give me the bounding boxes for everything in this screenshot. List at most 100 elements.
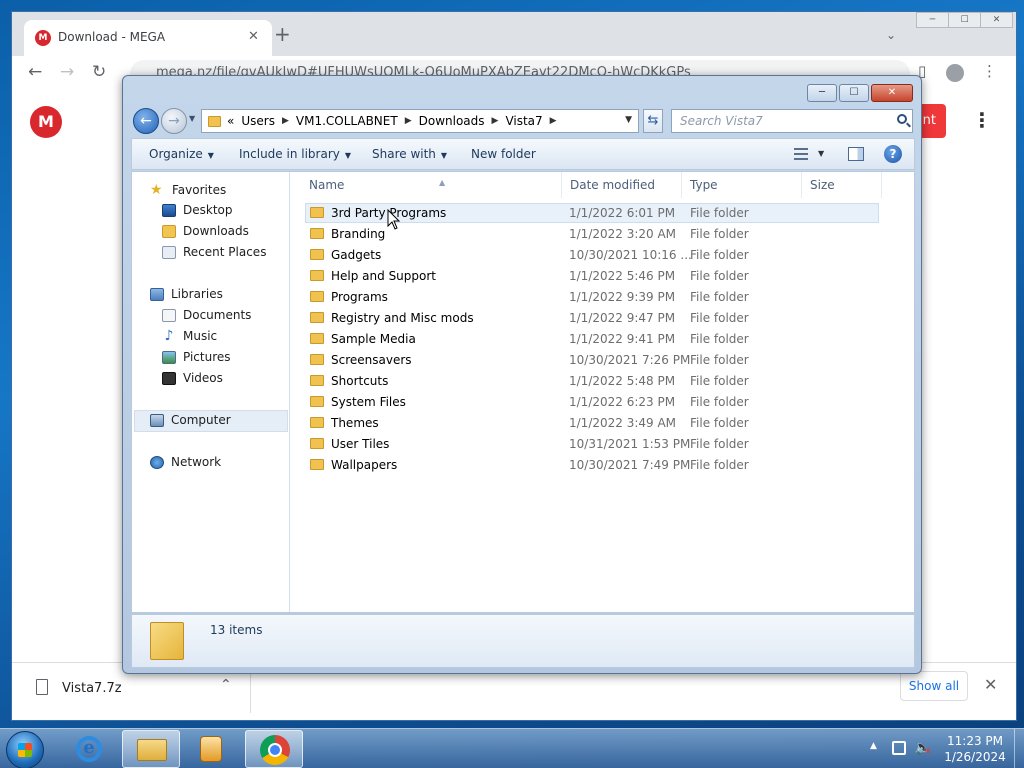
folder-icon xyxy=(310,270,324,281)
breadcrumb-separator-icon[interactable]: ▶ xyxy=(550,116,557,126)
search-input[interactable]: Search Vista7 xyxy=(671,109,913,133)
taskbar-windows-explorer[interactable] xyxy=(122,730,180,768)
explorer-close-button[interactable]: ✕ xyxy=(871,84,913,102)
explorer-back-button[interactable]: ← xyxy=(133,108,159,134)
address-dropdown-icon[interactable]: ▼ xyxy=(625,115,632,125)
breadcrumb-users[interactable]: Users xyxy=(241,114,275,128)
back-arrow-icon[interactable]: ← xyxy=(28,62,42,82)
file-type: File folder xyxy=(690,311,749,325)
start-button[interactable] xyxy=(6,731,44,768)
forward-arrow-icon[interactable]: → xyxy=(60,62,74,82)
tab-search-chevron-icon[interactable]: ⌄ xyxy=(886,28,896,42)
explorer-minimize-button[interactable]: ─ xyxy=(807,84,837,102)
nav-music[interactable]: ♪ Music xyxy=(162,329,218,344)
system-clock[interactable]: 11:23 PM 1/26/2024 xyxy=(940,733,1010,765)
include-in-library-button[interactable]: Include in library ▼ xyxy=(239,147,351,161)
nav-computer[interactable]: Computer xyxy=(150,413,231,427)
explorer-window: ─ ☐ ✕ ← → ▼ « Users ▶ VM1.COLLABNET ▶ Do… xyxy=(122,75,922,674)
breadcrumb-separator-icon[interactable]: ▶ xyxy=(405,116,412,126)
share-with-button[interactable]: Share with ▼ xyxy=(372,147,447,161)
download-file-name[interactable]: Vista7.7z xyxy=(62,681,122,696)
breadcrumb-downloads[interactable]: Downloads xyxy=(419,114,485,128)
file-type: File folder xyxy=(690,353,749,367)
tab-download-mega[interactable]: M Download - MEGA ✕ xyxy=(24,20,272,56)
mega-logo[interactable]: M xyxy=(30,106,62,138)
tab-close-icon[interactable]: ✕ xyxy=(248,29,259,44)
table-row[interactable]: Gadgets 10/30/2021 10:16 ... File folder xyxy=(305,245,879,266)
chrome-close-button[interactable]: ✕ xyxy=(980,12,1013,28)
new-folder-button[interactable]: New folder xyxy=(471,147,536,161)
change-view-icon[interactable] xyxy=(794,148,808,160)
table-row[interactable]: Screensavers 10/30/2021 7:26 PM File folde… xyxy=(305,350,879,371)
new-tab-button[interactable]: + xyxy=(274,24,291,44)
breadcrumb-overflow[interactable]: « xyxy=(227,114,234,128)
star-icon: ★ xyxy=(150,182,163,198)
folder-icon xyxy=(310,333,324,344)
file-type: File folder xyxy=(690,395,749,409)
table-row[interactable]: Shortcuts 1/1/2022 5:48 PM File folder xyxy=(305,371,879,392)
file-name: User Tiles xyxy=(331,437,390,451)
reload-icon[interactable]: ↻ xyxy=(92,62,106,82)
explorer-forward-button[interactable]: → xyxy=(161,108,187,134)
network-tray-icon[interactable] xyxy=(892,741,906,755)
folder-icon xyxy=(310,312,324,323)
column-header-type[interactable]: Type xyxy=(682,172,802,198)
table-row[interactable]: Sample Media 1/1/2022 9:41 PM File folder xyxy=(305,329,879,350)
show-desktop-button[interactable] xyxy=(1014,729,1024,768)
search-icon[interactable] xyxy=(897,114,907,124)
taskbar-internet-explorer[interactable]: e xyxy=(60,730,118,768)
breadcrumb-vista7[interactable]: Vista7 xyxy=(505,114,542,128)
organize-button[interactable]: Organize ▼ xyxy=(149,147,214,161)
file-type: File folder xyxy=(690,374,749,388)
nav-favorites[interactable]: ★ Favorites xyxy=(150,182,226,198)
download-options-chevron-icon[interactable]: ⌃ xyxy=(220,677,232,693)
file-date-modified: 1/1/2022 9:39 PM xyxy=(569,290,676,304)
close-downloads-bar-icon[interactable]: ✕ xyxy=(984,675,997,694)
show-all-button[interactable]: Show all xyxy=(900,671,968,701)
nav-desktop[interactable]: Desktop xyxy=(162,203,233,217)
breadcrumb-vm1-collabnet[interactable]: VM1.COLLABNET xyxy=(296,114,398,128)
nav-pictures[interactable]: Pictures xyxy=(162,350,231,364)
refresh-button[interactable]: ⇆ xyxy=(643,109,663,133)
nav-libraries[interactable]: Libraries xyxy=(150,287,223,301)
nav-recent-places[interactable]: Recent Places xyxy=(162,245,266,259)
file-name: Shortcuts xyxy=(331,374,389,388)
view-options-dropdown-icon[interactable]: ▼ xyxy=(818,149,824,158)
table-row[interactable]: Registry and Misc mods 1/1/2022 9:47 PM Fi… xyxy=(305,308,879,329)
table-row[interactable]: Wallpapers 10/30/2021 7:49 PM File folder xyxy=(305,455,879,476)
chrome-minimize-button[interactable]: ─ xyxy=(916,12,949,28)
column-header-name[interactable]: Name ▲ xyxy=(301,172,562,198)
file-date-modified: 1/1/2022 9:47 PM xyxy=(569,311,676,325)
table-row[interactable]: Help and Support 1/1/2022 5:46 PM File fol… xyxy=(305,266,879,287)
nav-network[interactable]: Network xyxy=(150,455,221,469)
taskbar-chrome[interactable] xyxy=(245,730,303,768)
table-row[interactable]: Themes 1/1/2022 3:49 AM File folder xyxy=(305,413,879,434)
taskbar-media-player[interactable] xyxy=(182,730,240,768)
table-row[interactable]: User Tiles 10/31/2021 1:53 PM File folder xyxy=(305,434,879,455)
media-player-icon xyxy=(200,736,222,762)
breadcrumb-separator-icon[interactable]: ▶ xyxy=(282,116,289,126)
column-header-size[interactable]: Size xyxy=(802,172,882,198)
table-row[interactable]: Programs 1/1/2022 9:39 PM File folder xyxy=(305,287,879,308)
help-icon[interactable]: ? xyxy=(884,145,902,163)
nav-documents[interactable]: Documents xyxy=(162,308,251,322)
recent-pages-dropdown-icon[interactable]: ▼ xyxy=(189,114,195,123)
nav-downloads[interactable]: Downloads xyxy=(162,224,249,238)
libraries-icon xyxy=(150,287,164,301)
show-hidden-icons-icon[interactable]: ▲ xyxy=(870,741,877,751)
folder-icon xyxy=(310,417,324,428)
nav-videos[interactable]: Videos xyxy=(162,371,223,385)
profile-avatar-icon[interactable] xyxy=(946,64,964,82)
column-header-date-modified[interactable]: Date modified xyxy=(562,172,682,198)
table-row[interactable]: System Files 1/1/2022 6:23 PM File folder xyxy=(305,392,879,413)
mega-menu-icon[interactable]: ⋮ xyxy=(972,108,992,132)
chrome-menu-icon[interactable]: ⋮ xyxy=(982,62,997,80)
chrome-maximize-button[interactable]: ☐ xyxy=(948,12,981,28)
explorer-maximize-button[interactable]: ☐ xyxy=(839,84,869,102)
preview-pane-icon[interactable] xyxy=(848,147,864,161)
breadcrumb-separator-icon[interactable]: ▶ xyxy=(492,116,499,126)
file-name: Gadgets xyxy=(331,248,382,262)
explorer-address-bar[interactable]: « Users ▶ VM1.COLLABNET ▶ Downloads ▶ Vi… xyxy=(201,109,639,133)
pictures-icon xyxy=(162,350,176,364)
file-date-modified: 1/1/2022 6:23 PM xyxy=(569,395,676,409)
